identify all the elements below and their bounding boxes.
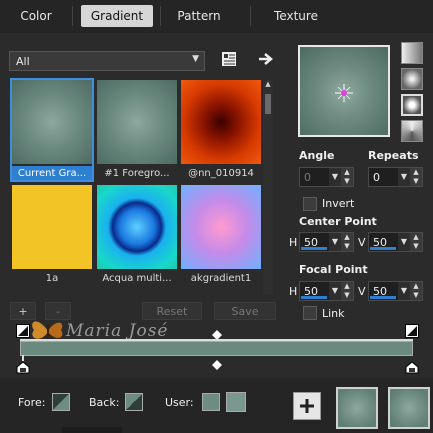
transparency-stop-icon[interactable] <box>405 361 419 374</box>
gradient-label: 1a <box>45 273 59 284</box>
spin-arrows-icon[interactable]: ▲ ▼ <box>410 168 422 186</box>
color-stop-icon[interactable] <box>405 324 419 338</box>
gradient-label: #1 Foregro... <box>104 168 170 179</box>
value-slider-fill <box>370 296 396 299</box>
repeats-spinner[interactable]: 0 ▼ ▲ ▼ <box>368 167 423 187</box>
tab-separator <box>250 6 251 26</box>
gradient-thumb[interactable] <box>181 185 261 269</box>
center-point-marker-icon[interactable] <box>334 83 354 103</box>
gradient-list-scrollbar[interactable]: ▲ <box>263 80 273 294</box>
tab-gradient[interactable]: Gradient <box>81 5 153 27</box>
spin-arrows-icon[interactable]: ▲ ▼ <box>410 233 422 251</box>
spin-arrows-icon[interactable]: ▲ ▼ <box>341 233 353 251</box>
focal-v-label: V <box>358 285 366 298</box>
gradient-swatch <box>97 80 177 164</box>
user-gradient-swatch[interactable] <box>226 392 246 412</box>
tab-pattern[interactable]: Pattern <box>166 5 232 27</box>
gradient-label: Acqua multi... <box>102 273 172 284</box>
gradient-preview[interactable] <box>298 45 390 137</box>
center-point-label: Center Point <box>299 215 377 228</box>
invert-checkbox[interactable] <box>303 197 317 211</box>
reset-button[interactable]: Reset <box>142 302 202 320</box>
angle-value: 0 <box>304 171 311 184</box>
footer-divider <box>62 427 122 433</box>
selection-frame <box>10 78 94 182</box>
gradient-strip[interactable] <box>20 341 413 356</box>
background-gradient-swatch[interactable] <box>125 393 143 411</box>
scroll-up-icon[interactable]: ▲ <box>264 80 272 90</box>
tab-separator <box>160 6 161 26</box>
focal-point-label: Focal Point <box>299 263 368 276</box>
sunburst-style-button[interactable] <box>401 120 423 142</box>
focal-h-spinner[interactable]: 50 ▼ ▲ ▼ <box>299 281 354 301</box>
back-label: Back: <box>89 396 120 409</box>
spin-arrows-icon[interactable]: ▲ ▼ <box>410 282 422 300</box>
gradient-library-icon[interactable] <box>220 50 238 68</box>
chevron-down-icon[interactable]: ▼ <box>398 168 410 186</box>
gradient-thumb[interactable] <box>181 80 261 164</box>
add-swatch-button[interactable] <box>293 392 321 420</box>
scrollbar-thumb[interactable] <box>265 94 271 114</box>
gradient-swatch <box>181 80 261 164</box>
tab-separator <box>72 6 73 26</box>
gradient-sample-swatch[interactable] <box>336 387 378 429</box>
user-gradient-swatch[interactable] <box>202 393 220 411</box>
chevron-down-icon[interactable]: ▼ <box>329 233 341 251</box>
spin-arrows-icon[interactable]: ▲ ▼ <box>341 282 353 300</box>
center-v-spinner[interactable]: 50 ▼ ▲ ▼ <box>368 232 423 252</box>
value-slider-fill <box>370 247 396 250</box>
watermark-signature: Maria José <box>66 321 169 341</box>
gradient-label: @nn_010914 <box>188 168 254 179</box>
angle-label: Angle <box>299 149 335 162</box>
value-slider-fill <box>301 247 327 250</box>
tab-texture[interactable]: Texture <box>259 5 333 27</box>
chevron-down-icon[interactable]: ▼ <box>329 282 341 300</box>
linear-style-button[interactable] <box>401 42 423 64</box>
repeats-value: 0 <box>373 171 380 184</box>
value-slider-fill <box>301 296 327 299</box>
tab-bar: Color Gradient Pattern Texture <box>0 0 433 33</box>
fore-label: Fore: <box>18 396 46 409</box>
focal-v-spinner[interactable]: 50 ▼ ▲ ▼ <box>368 281 423 301</box>
invert-label: Invert <box>322 197 355 210</box>
repeats-label: Repeats <box>368 149 419 162</box>
save-button[interactable]: Save <box>214 302 276 320</box>
radial-style-button[interactable] <box>401 94 423 116</box>
center-h-spinner[interactable]: 50 ▼ ▲ ▼ <box>299 232 354 252</box>
user-label: User: <box>165 396 194 409</box>
gradient-filter-select[interactable]: All ▼ <box>9 51 205 71</box>
center-v-label: V <box>358 236 366 249</box>
gradient-swatch <box>97 185 177 269</box>
chevron-down-icon[interactable]: ▼ <box>398 282 410 300</box>
transparency-stop-icon[interactable] <box>16 361 30 374</box>
tab-color[interactable]: Color <box>6 5 66 27</box>
gradient-label: akgradient1 <box>190 273 252 284</box>
stop-stem <box>22 355 24 361</box>
spin-arrows-icon[interactable]: ▲ ▼ <box>341 168 353 186</box>
rectangular-style-button[interactable] <box>401 68 423 90</box>
center-h-label: H <box>289 236 298 249</box>
gradient-filter-value: All <box>16 55 30 68</box>
chevron-down-icon[interactable]: ▼ <box>398 233 410 251</box>
gradient-thumb[interactable] <box>97 80 177 164</box>
gradient-swatch <box>12 185 92 269</box>
gradient-swatch <box>181 185 261 269</box>
midpoint-marker-icon[interactable] <box>212 360 222 370</box>
chevron-down-icon: ▼ <box>192 54 199 64</box>
foreground-gradient-swatch[interactable] <box>52 393 70 411</box>
link-label: Link <box>322 307 345 320</box>
arrow-right-icon[interactable] <box>257 50 275 68</box>
gradient-thumb[interactable] <box>12 185 92 269</box>
chevron-down-icon[interactable]: ▼ <box>329 168 341 186</box>
focal-h-label: H <box>289 285 298 298</box>
gradient-thumb[interactable] <box>97 185 177 269</box>
plus-icon <box>300 399 314 413</box>
angle-spinner[interactable]: 0 ▼ ▲ ▼ <box>299 167 354 187</box>
link-checkbox[interactable] <box>303 306 317 320</box>
gradient-sample-swatch[interactable] <box>388 387 430 429</box>
